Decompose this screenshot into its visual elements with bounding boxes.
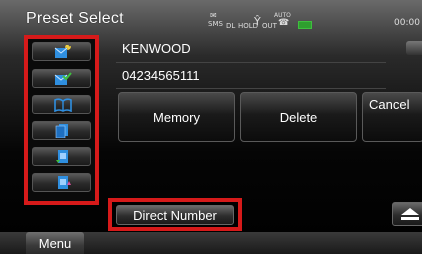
contact-number: 04234565111: [122, 68, 200, 83]
outgoing-call-icon: [58, 176, 71, 189]
icon-column-highlight: [24, 35, 99, 205]
delete-button[interactable]: Delete: [240, 92, 357, 142]
divider: [116, 62, 386, 63]
battery-icon: [298, 21, 312, 29]
cancel-button[interactable]: Cancel: [362, 92, 422, 142]
status-bar: ✉ SMS DL HOLD Ŷ OUT AUTO ☎ 00:00: [206, 10, 422, 32]
out-indicator: OUT: [262, 22, 277, 30]
clock: 00:00: [394, 18, 420, 28]
eject-icon: [401, 208, 419, 215]
contact-new-icon: [54, 45, 71, 58]
outgoing-call-button[interactable]: [32, 173, 91, 192]
preset-list-button[interactable]: [32, 121, 91, 140]
scroll-tab[interactable]: [406, 41, 422, 55]
contact-name: KENWOOD: [122, 41, 191, 56]
phonebook-icon: [54, 98, 72, 112]
sms-indicator: SMS: [208, 20, 223, 28]
envelope-icon: ✉: [210, 11, 217, 20]
contact-check-icon: [54, 72, 72, 85]
incoming-call-icon: [56, 150, 68, 163]
phonebook-button[interactable]: [32, 95, 91, 114]
direct-number-button[interactable]: Direct Number: [116, 205, 234, 225]
preset-select-screen: Preset Select ✉ SMS DL HOLD Ŷ OUT AUTO ☎…: [0, 0, 422, 254]
dl-indicator: DL: [226, 22, 236, 30]
direct-number-highlight: Direct Number: [108, 198, 242, 231]
page-title: Preset Select: [26, 10, 124, 27]
contact-check-button[interactable]: [32, 69, 91, 88]
antenna-icon: Ŷ: [254, 15, 261, 28]
menu-button[interactable]: Menu: [26, 232, 84, 254]
incoming-call-button[interactable]: [32, 147, 91, 166]
memory-button[interactable]: Memory: [118, 92, 235, 142]
preset-list-icon: [55, 124, 68, 138]
divider: [116, 88, 386, 89]
eject-button[interactable]: [392, 202, 422, 226]
phone-icon: ☎: [278, 18, 290, 28]
contact-new-button[interactable]: [32, 42, 91, 61]
eject-icon-bar: [401, 217, 419, 220]
